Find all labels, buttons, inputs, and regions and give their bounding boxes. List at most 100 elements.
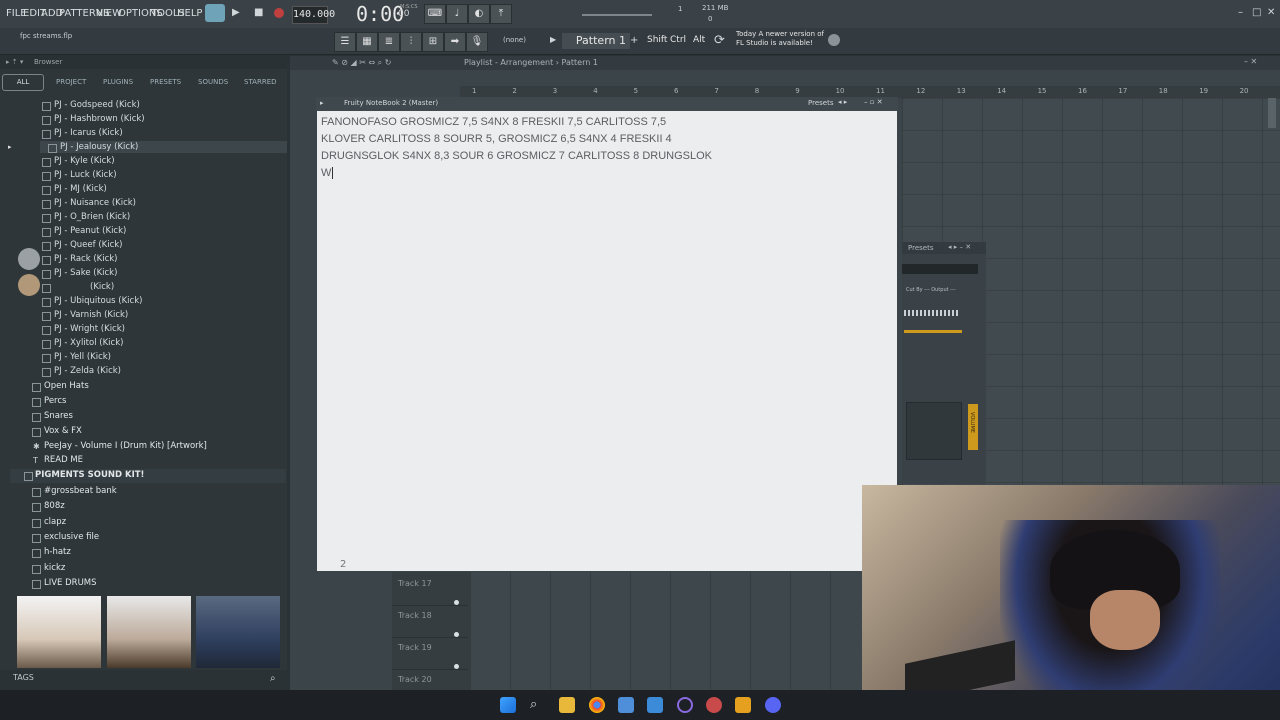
filter-presets[interactable]: PRESETS — [150, 78, 181, 86]
track-mute-led[interactable] — [454, 664, 459, 669]
channel-settings-titlebar[interactable]: Presets ◂ ▸ – ✕ — [902, 242, 986, 254]
channel-window-controls[interactable]: ◂ ▸ – ✕ — [948, 243, 971, 251]
notebook-text-area[interactable] — [317, 111, 897, 571]
windows-start-icon[interactable] — [500, 697, 516, 713]
browser-icon[interactable]: ≣ — [378, 32, 400, 52]
app-icon[interactable] — [677, 697, 693, 713]
list-item[interactable]: PJ - Jealousy (Kick) — [60, 142, 138, 152]
step-edit-icon[interactable]: ⤒ — [490, 4, 512, 24]
app-icon[interactable] — [647, 697, 663, 713]
folder-percs[interactable]: Percs — [44, 396, 66, 406]
list-item[interactable]: PJ - Luck (Kick) — [54, 170, 117, 180]
file-explorer-icon[interactable] — [559, 697, 575, 713]
pattern-selector[interactable]: Pattern 1 — [562, 33, 630, 49]
track-mute-led[interactable] — [454, 600, 459, 605]
list-item[interactable]: PJ - Kyle (Kick) — [54, 156, 115, 166]
typing-keyboard-icon[interactable]: ⌨ — [424, 4, 446, 24]
track-grid[interactable] — [470, 572, 862, 690]
discord-icon[interactable] — [765, 697, 781, 713]
filter-sounds[interactable]: SOUNDS — [198, 78, 228, 86]
filter-plugins[interactable]: PLUGINS — [103, 78, 133, 86]
playlist-scrollbar[interactable] — [1268, 98, 1276, 128]
fl-studio-taskbar-icon[interactable] — [735, 697, 751, 713]
channel-rack-icon[interactable]: ⊞ — [422, 32, 444, 52]
wait-input-icon[interactable]: ◐ — [468, 4, 490, 24]
mixer-icon[interactable]: ⫶ — [400, 32, 422, 52]
filter-starred[interactable]: STARRED — [244, 78, 277, 86]
list-item[interactable]: PJ - Queef (Kick) — [54, 240, 123, 250]
online-news-icon[interactable]: ⟳ — [714, 33, 725, 48]
list-item[interactable]: PJ - Xylitol (Kick) — [54, 338, 123, 348]
list-item[interactable]: PJ - Zelda (Kick) — [54, 366, 121, 376]
piano-roll-icon[interactable]: ▦ — [356, 32, 378, 52]
maximize-icon[interactable]: □ — [1252, 7, 1261, 18]
folder-open-hats[interactable]: Open Hats — [44, 381, 89, 391]
kit-title[interactable]: PIGMENTS SOUND KIT! — [35, 470, 144, 480]
stop-icon[interactable]: ■ — [254, 7, 263, 18]
plugin-picker-icon[interactable]: ➡ — [444, 32, 466, 52]
playlist-tools-icon[interactable]: ✎ ⊘ ◢ ✂ ⇔ ⌕ ↻ — [332, 58, 391, 68]
add-pattern-icon[interactable]: + — [630, 35, 638, 46]
shift-key[interactable]: Shift — [647, 35, 667, 45]
metronome-icon[interactable]: ♩ — [446, 4, 468, 24]
minimize-icon[interactable]: – — [1238, 7, 1243, 18]
preset-nav-icons[interactable]: ◂ ▸ — [838, 98, 847, 106]
master-pitch-slider[interactable] — [582, 14, 652, 16]
fl-logo-icon[interactable] — [828, 34, 840, 46]
kit-folder[interactable]: kickz — [44, 563, 65, 573]
artwork-file[interactable]: PeeJay - Volume I (Drum Kit) [Artwork] — [44, 441, 207, 451]
list-item[interactable]: PJ - Varnish (Kick) — [54, 310, 128, 320]
playlist-icon[interactable]: ☰ — [334, 32, 356, 52]
kit-folder[interactable]: #grossbeat bank — [44, 486, 117, 496]
folder-vox-fx[interactable]: Vox & FX — [44, 426, 82, 436]
kit-folder[interactable]: 808z — [44, 501, 65, 511]
list-item[interactable]: PJ - Peanut (Kick) — [54, 226, 126, 236]
notebook-page-number[interactable]: 2 — [340, 559, 346, 570]
menu-help[interactable]: HELP — [177, 8, 202, 19]
browser-nav-icon[interactable]: ▸ ⇡ ▾ — [6, 58, 23, 66]
channel-envelope-area[interactable] — [906, 402, 962, 460]
plugin-menu-icon[interactable]: ▸ — [320, 99, 324, 107]
filter-project[interactable]: PROJECT — [56, 78, 86, 86]
alt-key[interactable]: Alt — [693, 35, 705, 45]
pattern-arrow-icon[interactable]: ▶ — [550, 35, 556, 44]
readme-file[interactable]: READ ME — [44, 455, 83, 465]
track-mute-led[interactable] — [454, 632, 459, 637]
kit-folder[interactable]: h-hatz — [44, 547, 71, 557]
playlist-window-controls[interactable]: – ✕ — [1244, 57, 1257, 66]
list-item[interactable]: PJ - MJ (Kick) — [54, 184, 107, 194]
search-icon[interactable]: ⌕ — [530, 697, 537, 712]
list-item[interactable]: PJ - Rack (Kick) — [54, 254, 118, 264]
list-item[interactable]: PJ - Hashbrown (Kick) — [54, 114, 145, 124]
channel-target-selector[interactable] — [902, 264, 978, 274]
kit-folder[interactable]: LIVE DRUMS — [44, 578, 97, 588]
filter-all[interactable]: ALL — [2, 74, 44, 91]
record-icon[interactable] — [274, 8, 284, 18]
folder-snares[interactable]: Snares — [44, 411, 73, 421]
list-item[interactable]: PJ - O_Brien (Kick) — [54, 212, 130, 222]
list-item[interactable]: PJ - Nuisance (Kick) — [54, 198, 136, 208]
app-icon[interactable] — [706, 697, 722, 713]
chrome-icon[interactable] — [589, 697, 605, 713]
list-item[interactable]: PJ - Yell (Kick) — [54, 352, 111, 362]
list-item[interactable]: PJ - Sake (Kick) — [54, 268, 117, 278]
list-item[interactable]: (Kick) — [90, 282, 114, 292]
notepad-icon[interactable] — [618, 697, 634, 713]
news-panel[interactable]: Today A newer version of FL Studio is av… — [736, 30, 826, 48]
notebook-presets[interactable]: Presets — [808, 99, 833, 107]
search-icon[interactable]: ⌕ — [270, 673, 276, 684]
preview-play-icon[interactable]: ▸ — [8, 143, 12, 151]
kit-folder[interactable]: exclusive file — [44, 532, 99, 542]
list-item[interactable]: PJ - Wright (Kick) — [54, 324, 125, 334]
notebook-window-controls[interactable]: – ▫ ✕ — [864, 98, 883, 106]
channel-presets[interactable]: Presets — [908, 244, 933, 252]
notebook-titlebar[interactable]: ▸ Fruity NoteBook 2 (Master) Presets ◂ ▸… — [316, 97, 898, 111]
ctrl-key[interactable]: Ctrl — [670, 35, 686, 45]
pat-song-toggle[interactable] — [205, 4, 225, 22]
close-icon[interactable]: ✕ — [1267, 7, 1275, 18]
play-icon[interactable]: ▶ — [232, 7, 240, 18]
kit-folder[interactable]: clapz — [44, 517, 66, 527]
list-item[interactable]: PJ - Ubiquitous (Kick) — [54, 296, 142, 306]
tempo-display[interactable]: 140.000 — [292, 6, 335, 24]
list-item[interactable]: PJ - Icarus (Kick) — [54, 128, 123, 138]
